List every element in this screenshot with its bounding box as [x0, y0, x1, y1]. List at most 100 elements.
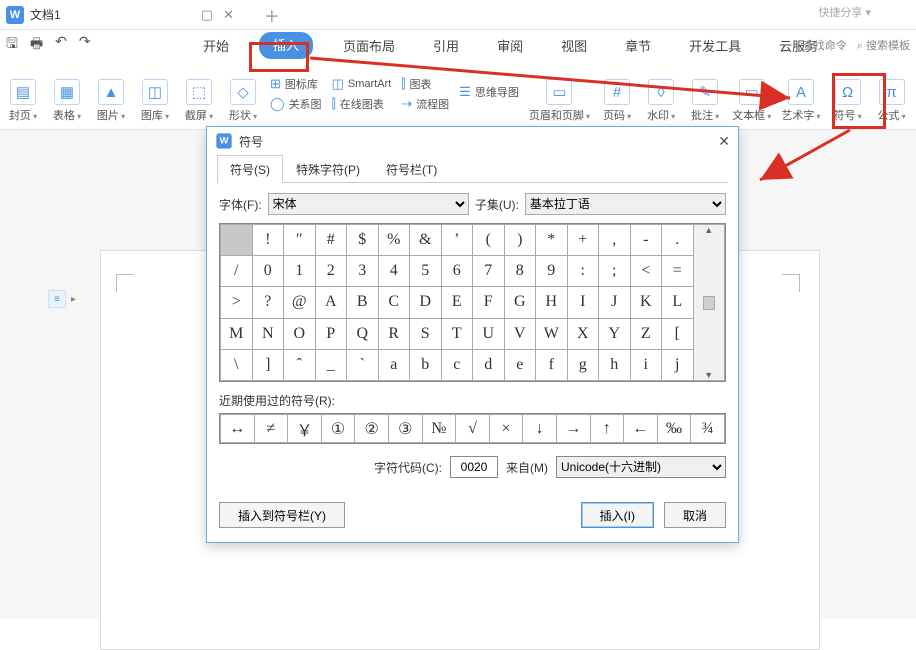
- char-cell[interactable]: `: [347, 349, 379, 380]
- ribbon-relation[interactable]: ◯关系图: [270, 96, 322, 112]
- char-cell[interactable]: R: [378, 318, 410, 349]
- char-cell[interactable]: ]: [252, 349, 284, 380]
- undo-icon[interactable]: ↶: [55, 33, 67, 57]
- char-cell[interactable]: c: [441, 349, 473, 380]
- char-cell[interactable]: &: [410, 225, 442, 256]
- char-cell[interactable]: 5: [410, 256, 442, 287]
- char-cell[interactable]: G: [504, 287, 536, 318]
- char-cell[interactable]: i: [630, 349, 662, 380]
- recent-cell[interactable]: ↓: [523, 415, 557, 443]
- char-cell[interactable]: Q: [347, 318, 379, 349]
- char-cell[interactable]: 9: [536, 256, 568, 287]
- char-cell[interactable]: ,: [599, 225, 631, 256]
- search-template[interactable]: 搜索模板: [857, 37, 910, 53]
- ribbon-shapes[interactable]: ◇形状: [226, 79, 260, 123]
- char-cell[interactable]: C: [378, 287, 410, 318]
- menu-page-layout[interactable]: 页面布局: [335, 32, 403, 59]
- ribbon-smartart[interactable]: ◫SmartArt: [332, 76, 392, 92]
- menu-references[interactable]: 引用: [425, 32, 467, 59]
- font-select[interactable]: 宋体: [268, 193, 469, 215]
- ribbon-chart[interactable]: ⫿图表: [401, 76, 449, 92]
- ribbon-picture[interactable]: ▲图片: [94, 79, 128, 123]
- char-cell[interactable]: ?: [252, 287, 284, 318]
- tab-window-icon[interactable]: ▢: [201, 7, 213, 23]
- menu-insert[interactable]: 插入: [259, 32, 313, 59]
- char-cell[interactable]: %: [378, 225, 410, 256]
- char-cell[interactable]: M: [221, 318, 253, 349]
- ribbon-comment[interactable]: ✎批注: [688, 79, 722, 123]
- print-icon[interactable]: 🖶: [30, 33, 43, 57]
- top-right-label[interactable]: 快捷分享 ▾: [818, 4, 871, 20]
- char-cell[interactable]: E: [441, 287, 473, 318]
- dialog-tab-symbols[interactable]: 符号(S): [217, 155, 283, 183]
- ribbon-screenshot[interactable]: ⬚截屏: [182, 79, 216, 123]
- ribbon-watermark[interactable]: ◊水印: [644, 79, 678, 123]
- char-cell[interactable]: Y: [599, 318, 631, 349]
- recent-cell[interactable]: →: [556, 415, 590, 443]
- char-cell[interactable]: L: [662, 287, 694, 318]
- char-cell[interactable]: F: [473, 287, 505, 318]
- char-cell[interactable]: /: [221, 256, 253, 287]
- char-cell[interactable]: *: [536, 225, 568, 256]
- recent-cell[interactable]: ￥: [288, 415, 322, 443]
- char-cell[interactable]: f: [536, 349, 568, 380]
- recent-cell[interactable]: №: [422, 415, 456, 443]
- char-cell[interactable]: 0: [252, 256, 284, 287]
- ribbon-pagenumber[interactable]: #页码: [600, 79, 634, 123]
- char-cell[interactable]: J: [599, 287, 631, 318]
- menu-view[interactable]: 视图: [553, 32, 595, 59]
- char-cell[interactable]: U: [473, 318, 505, 349]
- save-icon[interactable]: 🖫: [6, 33, 18, 57]
- char-cell[interactable]: 6: [441, 256, 473, 287]
- recent-cell[interactable]: ×: [489, 415, 523, 443]
- char-cell[interactable]: (: [473, 225, 505, 256]
- char-cell[interactable]: X: [567, 318, 599, 349]
- ribbon-table[interactable]: ▦表格: [50, 79, 84, 123]
- dialog-close-icon[interactable]: ✕: [718, 133, 730, 150]
- char-cell[interactable]: $: [347, 225, 379, 256]
- char-cell[interactable]: I: [567, 287, 599, 318]
- recent-cell[interactable]: ↔: [221, 415, 255, 443]
- char-cell[interactable]: d: [473, 349, 505, 380]
- recent-cell[interactable]: ≠: [254, 415, 288, 443]
- char-cell[interactable]: >: [221, 287, 253, 318]
- new-tab-button[interactable]: ＋: [264, 3, 280, 27]
- char-cell[interactable]: e: [504, 349, 536, 380]
- from-select[interactable]: Unicode(十六进制): [556, 456, 726, 478]
- char-cell[interactable]: [: [662, 318, 694, 349]
- recent-cell[interactable]: √: [456, 415, 490, 443]
- ribbon-symbol[interactable]: Ω符号: [831, 79, 865, 123]
- dialog-tab-bar[interactable]: 符号栏(T): [373, 155, 450, 183]
- menu-start[interactable]: 开始: [195, 32, 237, 59]
- char-cell[interactable]: h: [599, 349, 631, 380]
- recent-cell[interactable]: ‰: [657, 415, 691, 443]
- char-cell[interactable]: b: [410, 349, 442, 380]
- recent-cell[interactable]: ①: [321, 415, 355, 443]
- char-cell[interactable]: j: [662, 349, 694, 380]
- char-cell[interactable]: =: [662, 256, 694, 287]
- char-cell[interactable]: Z: [630, 318, 662, 349]
- cancel-button[interactable]: 取消: [664, 502, 726, 528]
- char-cell[interactable]: -: [630, 225, 662, 256]
- grid-scrollbar[interactable]: ▲▼: [693, 225, 725, 381]
- char-cell[interactable]: N: [252, 318, 284, 349]
- search-command[interactable]: 查找命令: [794, 37, 847, 53]
- char-cell[interactable]: <: [630, 256, 662, 287]
- redo-icon[interactable]: ↷: [79, 33, 91, 57]
- ribbon-cover[interactable]: ▤封页: [6, 79, 40, 123]
- char-cell[interactable]: @: [284, 287, 316, 318]
- menu-devtools[interactable]: 开发工具: [681, 32, 749, 59]
- char-cell[interactable]: W: [536, 318, 568, 349]
- char-cell[interactable]: \: [221, 349, 253, 380]
- insert-to-bar-button[interactable]: 插入到符号栏(Y): [219, 502, 345, 528]
- ribbon-textbox[interactable]: ▭文本框: [732, 79, 771, 123]
- ribbon-gallery[interactable]: ◫图库: [138, 79, 172, 123]
- outline-sidebar-icon[interactable]: ≡: [48, 290, 66, 308]
- recent-cell[interactable]: ②: [355, 415, 389, 443]
- ribbon-iconlib[interactable]: ⊞图标库: [270, 76, 322, 92]
- char-cell[interactable]: ;: [599, 256, 631, 287]
- ribbon-mindmap[interactable]: ☰思维导图: [459, 84, 519, 100]
- char-cell[interactable]: 3: [347, 256, 379, 287]
- char-cell[interactable]: 7: [473, 256, 505, 287]
- subset-select[interactable]: 基本拉丁语: [525, 193, 726, 215]
